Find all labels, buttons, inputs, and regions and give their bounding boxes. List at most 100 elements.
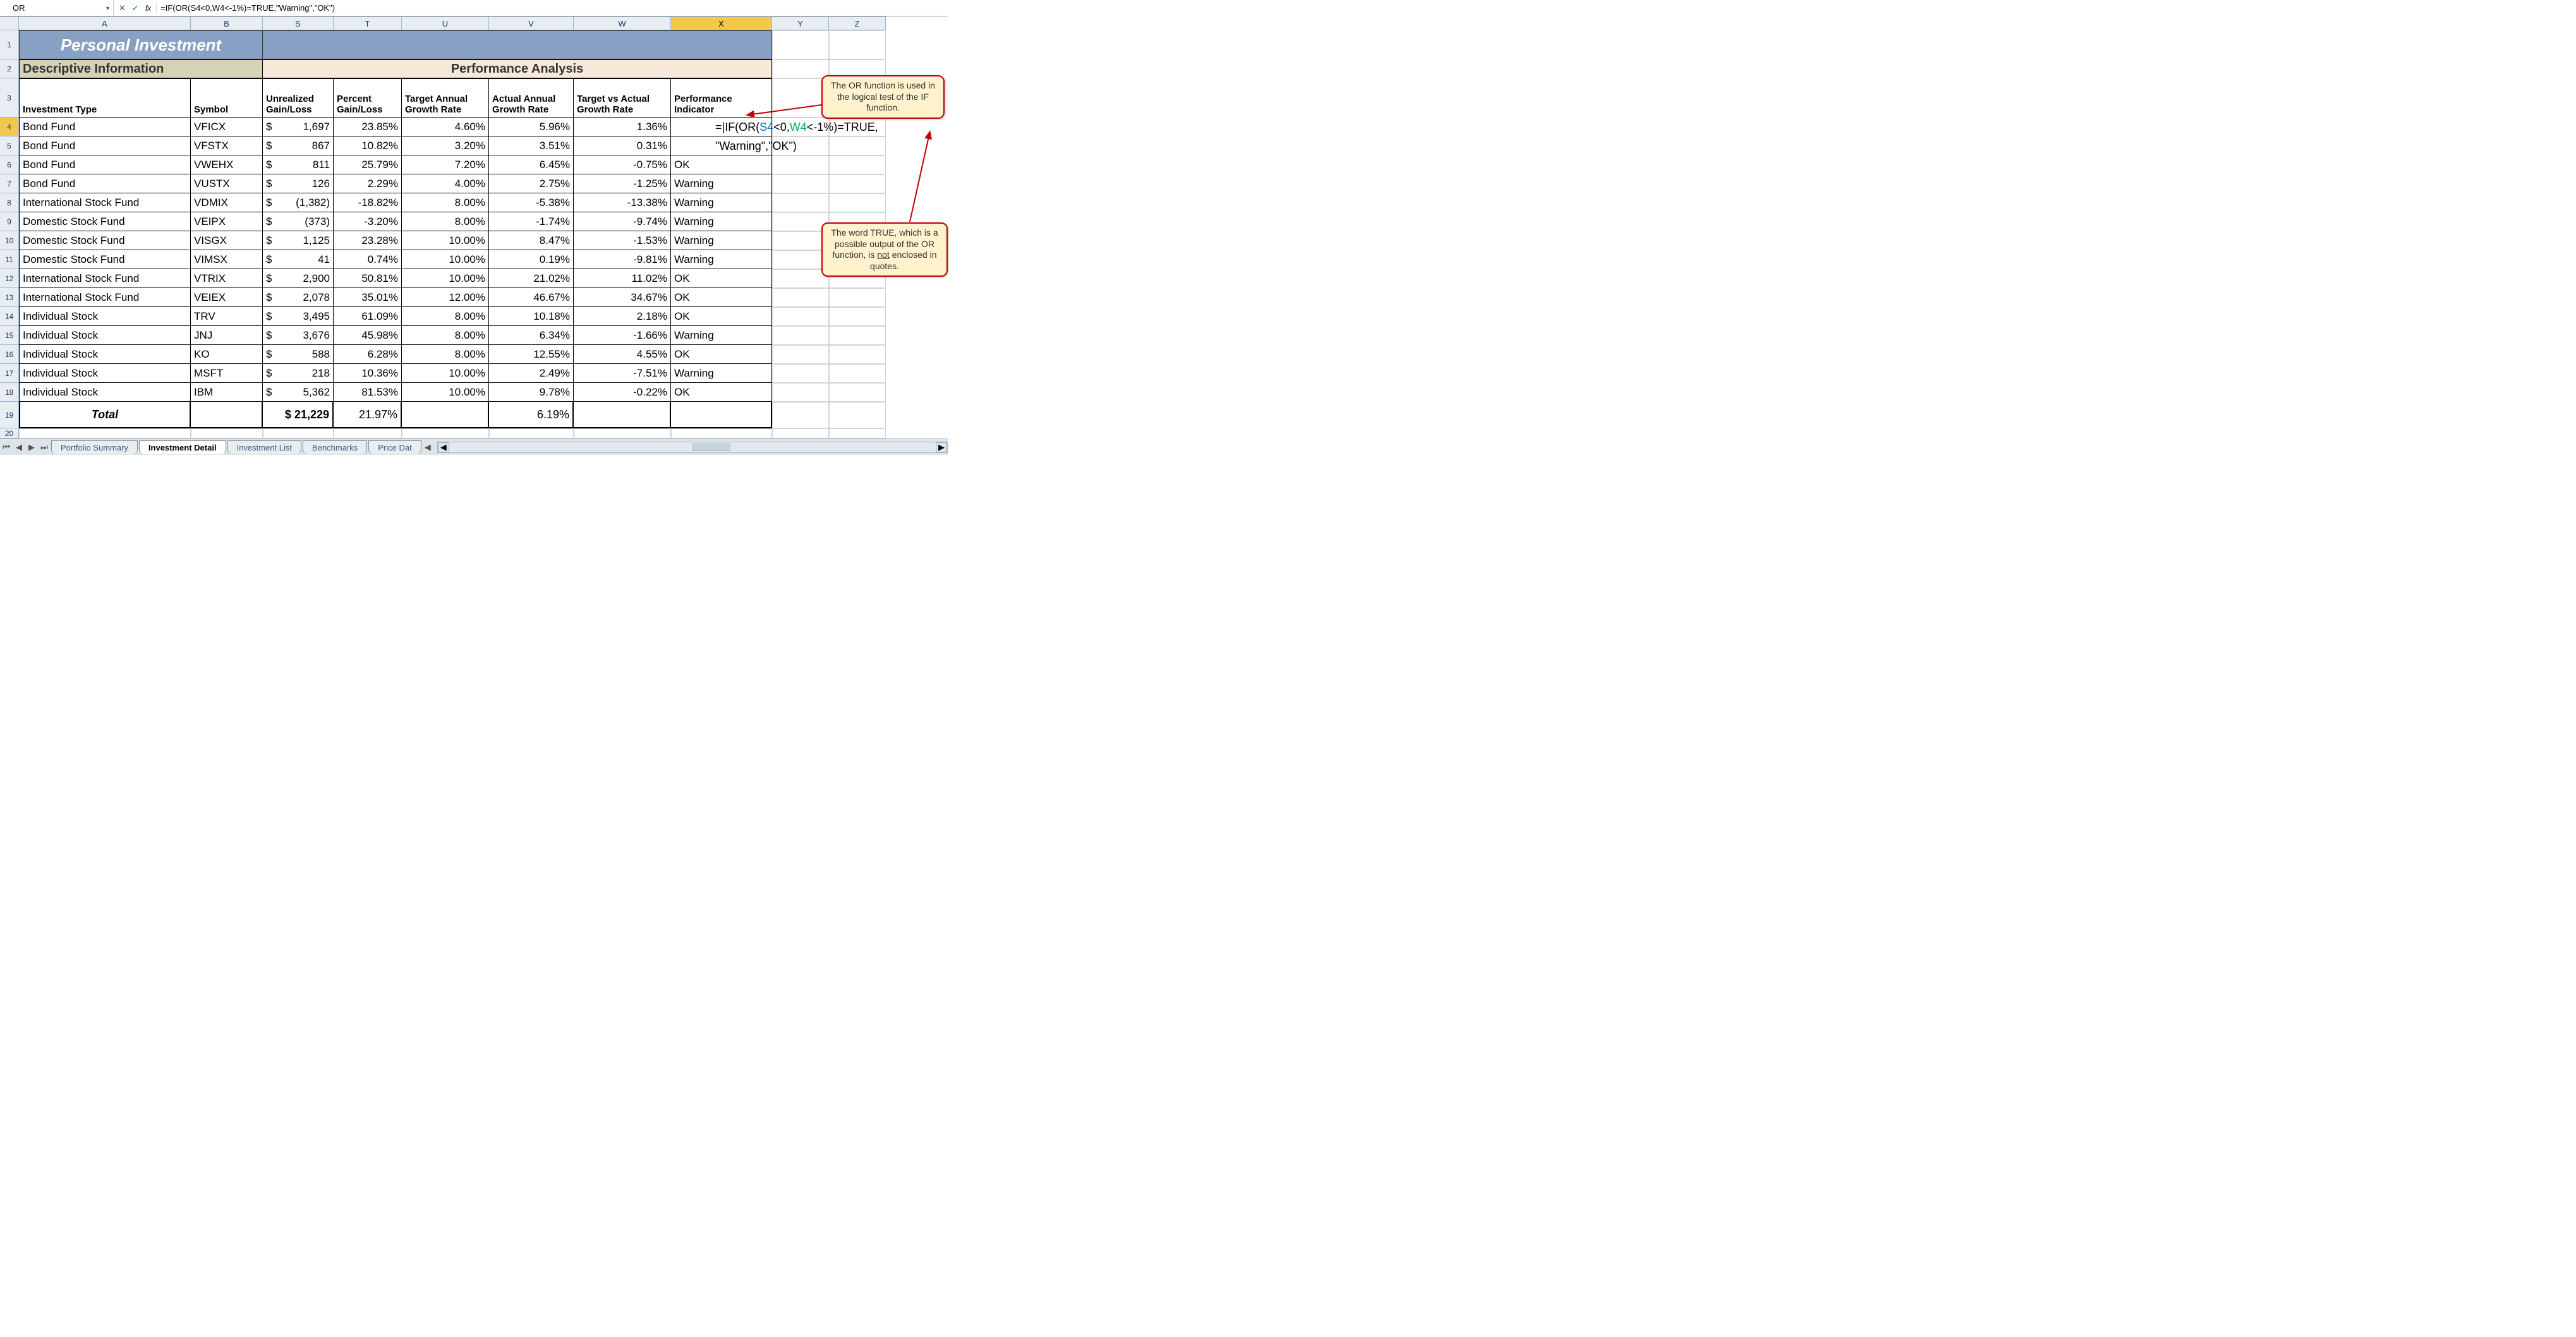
- cell-actual[interactable]: 9.78%: [489, 383, 574, 402]
- row-header[interactable]: 4: [0, 118, 19, 136]
- cell-pct[interactable]: -3.20%: [334, 212, 402, 231]
- cell-gain[interactable]: $3,495: [263, 307, 334, 326]
- cell[interactable]: [772, 193, 829, 212]
- cell-target[interactable]: 4.60%: [402, 118, 489, 136]
- column-header[interactable]: S: [263, 16, 334, 30]
- cell[interactable]: [772, 155, 829, 174]
- cell-gain[interactable]: $1,382: [263, 193, 334, 212]
- row-header[interactable]: 1: [0, 30, 19, 59]
- cell-target[interactable]: 10.00%: [402, 364, 489, 383]
- cell[interactable]: [574, 428, 671, 439]
- cell-target[interactable]: 10.00%: [402, 250, 489, 269]
- cell[interactable]: [829, 326, 886, 345]
- cell[interactable]: [772, 30, 829, 59]
- cell-gain[interactable]: $1,125: [263, 231, 334, 250]
- cell-indicator[interactable]: Warning: [671, 174, 772, 193]
- tab-nav-prev-icon[interactable]: ◀: [13, 442, 25, 452]
- cell-actual[interactable]: 2.75%: [489, 174, 574, 193]
- cell-tva[interactable]: -7.51%: [574, 364, 671, 383]
- cell-symbol[interactable]: VDMIX: [191, 193, 263, 212]
- cell[interactable]: [829, 345, 886, 364]
- cell-gain[interactable]: $588: [263, 345, 334, 364]
- cell-target[interactable]: 8.00%: [402, 345, 489, 364]
- cell-pct[interactable]: 45.98%: [334, 326, 402, 345]
- cell-tva[interactable]: 34.67%: [574, 288, 671, 307]
- cell-target[interactable]: 10.00%: [402, 269, 489, 288]
- name-box-dropdown-icon[interactable]: ▼: [105, 5, 111, 11]
- cell[interactable]: [772, 364, 829, 383]
- cell-investment-type[interactable]: Domestic Stock Fund: [19, 231, 191, 250]
- cell[interactable]: [829, 155, 886, 174]
- cell-target[interactable]: 7.20%: [402, 155, 489, 174]
- cell-actual[interactable]: 6.34%: [489, 326, 574, 345]
- scroll-thumb[interactable]: [692, 444, 730, 451]
- cell-gain[interactable]: $3,676: [263, 326, 334, 345]
- sheet-tab[interactable]: Investment List: [227, 440, 301, 454]
- row-header[interactable]: 19: [0, 402, 19, 428]
- cell[interactable]: [19, 428, 191, 439]
- cell[interactable]: [772, 307, 829, 326]
- horizontal-scrollbar[interactable]: ◀ ▶: [437, 442, 948, 453]
- cell-tva[interactable]: 0.31%: [574, 136, 671, 155]
- cell-target[interactable]: 4.00%: [402, 174, 489, 193]
- cell-actual[interactable]: -1.74%: [489, 212, 574, 231]
- cell-tva[interactable]: -13.38%: [574, 193, 671, 212]
- cell-tva[interactable]: -1.66%: [574, 326, 671, 345]
- cell-pct[interactable]: 25.79%: [334, 155, 402, 174]
- cell[interactable]: [829, 402, 886, 428]
- cell-investment-type[interactable]: International Stock Fund: [19, 269, 191, 288]
- cell-investment-type[interactable]: Bond Fund: [19, 118, 191, 136]
- column-header[interactable]: T: [334, 16, 402, 30]
- select-all-corner[interactable]: [0, 16, 19, 30]
- cell[interactable]: [402, 428, 489, 439]
- cancel-formula-button[interactable]: ✕: [119, 3, 126, 13]
- cell[interactable]: [772, 212, 829, 231]
- cell-gain[interactable]: $126: [263, 174, 334, 193]
- cell-target[interactable]: 3.20%: [402, 136, 489, 155]
- row-header[interactable]: 13: [0, 288, 19, 307]
- cell-pct[interactable]: 6.28%: [334, 345, 402, 364]
- cell-target[interactable]: 10.00%: [402, 231, 489, 250]
- row-header[interactable]: 3: [0, 78, 19, 118]
- cell[interactable]: [772, 78, 829, 118]
- cell-symbol[interactable]: MSFT: [191, 364, 263, 383]
- row-header[interactable]: 15: [0, 326, 19, 345]
- row-header[interactable]: 7: [0, 174, 19, 193]
- cell[interactable]: [489, 428, 574, 439]
- cell-pct[interactable]: -18.82%: [334, 193, 402, 212]
- column-header[interactable]: Z: [829, 16, 886, 30]
- cell-pct[interactable]: 81.53%: [334, 383, 402, 402]
- cell[interactable]: [574, 402, 671, 428]
- row-header[interactable]: 10: [0, 231, 19, 250]
- fx-icon[interactable]: fx: [145, 4, 151, 13]
- cell[interactable]: [263, 30, 772, 59]
- cell[interactable]: [829, 174, 886, 193]
- cell-investment-type[interactable]: Bond Fund: [19, 136, 191, 155]
- cell-target[interactable]: 10.00%: [402, 383, 489, 402]
- cell-tva[interactable]: -0.75%: [574, 155, 671, 174]
- row-header[interactable]: 9: [0, 212, 19, 231]
- tab-nav-next-icon[interactable]: ▶: [25, 442, 38, 452]
- cell[interactable]: [829, 383, 886, 402]
- cell[interactable]: [671, 402, 772, 428]
- cell-symbol[interactable]: VISGX: [191, 231, 263, 250]
- cell-actual[interactable]: 21.02%: [489, 269, 574, 288]
- tab-nav-last-icon[interactable]: ⏭: [38, 442, 51, 452]
- row-header[interactable]: 14: [0, 307, 19, 326]
- cell-tva[interactable]: 2.18%: [574, 307, 671, 326]
- cell[interactable]: [772, 250, 829, 269]
- cell-target[interactable]: 8.00%: [402, 326, 489, 345]
- cell-actual[interactable]: -5.38%: [489, 193, 574, 212]
- cell-investment-type[interactable]: Domestic Stock Fund: [19, 250, 191, 269]
- row-header[interactable]: 18: [0, 383, 19, 402]
- column-header[interactable]: B: [191, 16, 263, 30]
- cell-actual[interactable]: 8.47%: [489, 231, 574, 250]
- cell[interactable]: [829, 307, 886, 326]
- cell-actual[interactable]: 6.45%: [489, 155, 574, 174]
- cell[interactable]: [772, 383, 829, 402]
- cell[interactable]: [772, 402, 829, 428]
- cell-actual[interactable]: 0.19%: [489, 250, 574, 269]
- sheet-tab[interactable]: Benchmarks: [303, 440, 367, 454]
- cell-investment-type[interactable]: Individual Stock: [19, 307, 191, 326]
- cell-gain[interactable]: $5,362: [263, 383, 334, 402]
